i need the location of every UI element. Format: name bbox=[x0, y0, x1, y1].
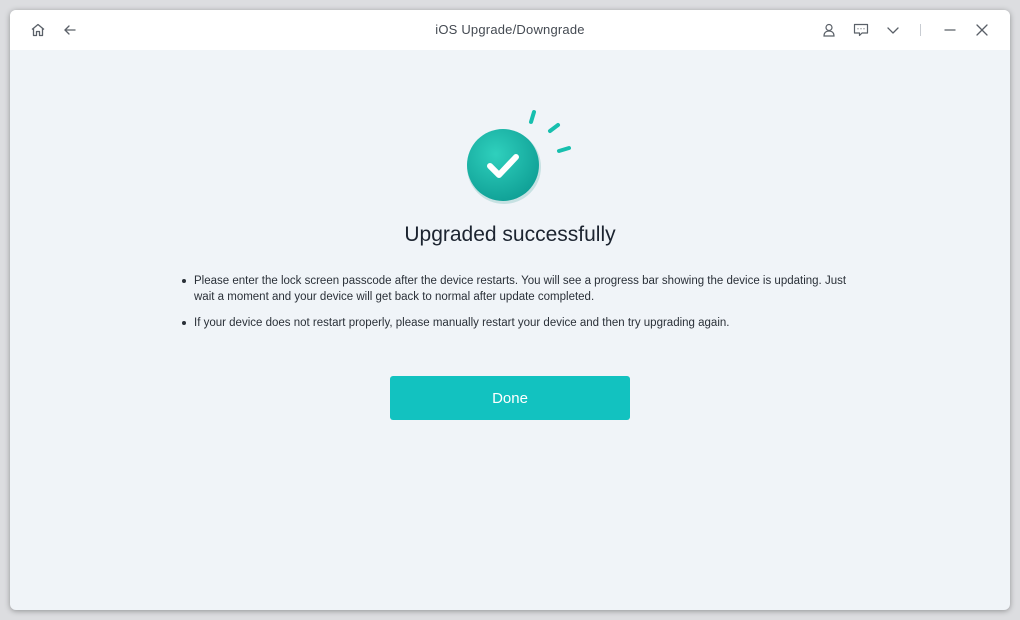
menu-dropdown-button[interactable] bbox=[881, 18, 905, 42]
bullet-icon bbox=[182, 321, 186, 325]
app-window: iOS Upgrade/Downgrade Upgraded successfu… bbox=[10, 10, 1010, 610]
list-item: Please enter the lock screen passcode af… bbox=[182, 273, 862, 305]
instruction-text: Please enter the lock screen passcode af… bbox=[194, 275, 847, 303]
chevron-down-icon bbox=[887, 27, 899, 34]
user-icon bbox=[823, 23, 835, 37]
done-button[interactable]: Done bbox=[390, 376, 630, 420]
titlebar-divider bbox=[920, 24, 921, 36]
bullet-icon bbox=[182, 279, 186, 283]
instruction-list: Please enter the lock screen passcode af… bbox=[182, 273, 862, 341]
instruction-text: If your device does not restart properly… bbox=[194, 317, 730, 329]
account-button[interactable] bbox=[817, 18, 841, 42]
feedback-button[interactable] bbox=[849, 18, 873, 42]
list-item: If your device does not restart properly… bbox=[182, 315, 862, 331]
minimize-button[interactable] bbox=[938, 18, 962, 42]
chat-icon bbox=[853, 23, 869, 37]
success-check-icon bbox=[467, 110, 571, 204]
status-headline: Upgraded successfully bbox=[404, 223, 616, 246]
minimize-icon bbox=[944, 29, 956, 31]
close-button[interactable] bbox=[970, 18, 994, 42]
title-bar: iOS Upgrade/Downgrade bbox=[10, 10, 1010, 50]
close-icon bbox=[976, 24, 988, 36]
